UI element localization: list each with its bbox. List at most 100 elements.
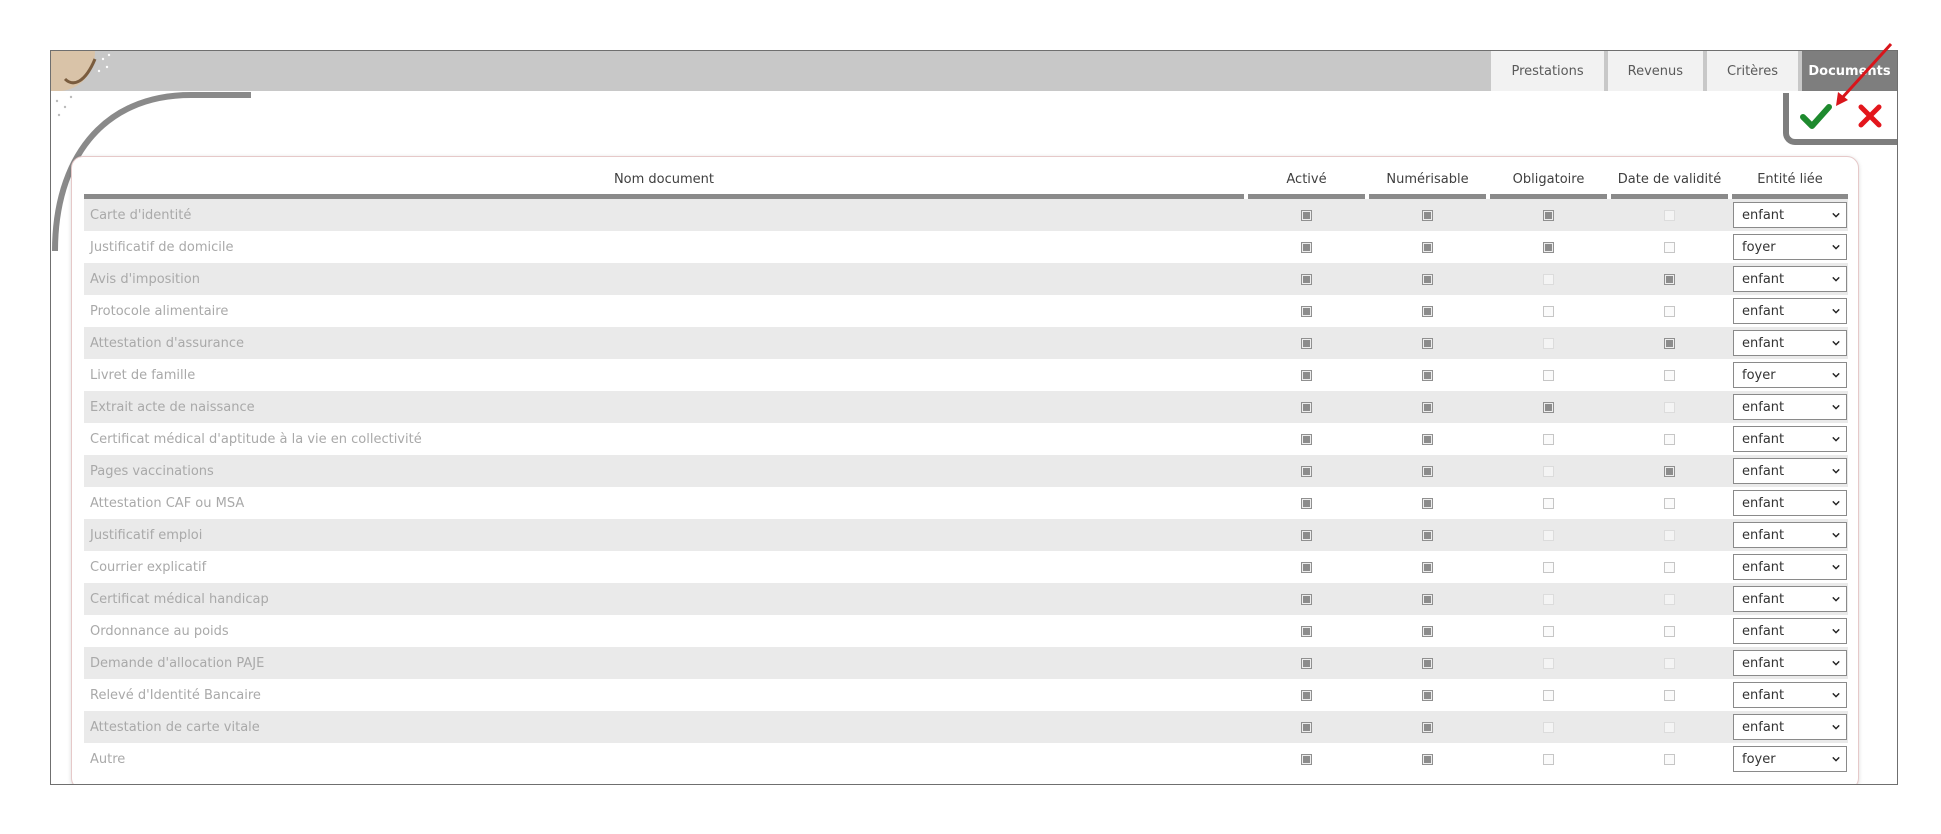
entity-select[interactable]: foyer	[1733, 362, 1847, 388]
scannable-checkbox[interactable]	[1422, 209, 1433, 221]
active-checkbox[interactable]	[1301, 401, 1312, 413]
active-checkbox[interactable]	[1301, 433, 1312, 445]
active-checkbox[interactable]	[1301, 657, 1312, 669]
entity-select[interactable]: enfant	[1733, 650, 1847, 676]
validity-checkbox[interactable]	[1664, 337, 1675, 349]
validity-checkbox[interactable]	[1664, 497, 1675, 509]
validity-checkbox[interactable]	[1664, 689, 1675, 701]
entity-select[interactable]: enfant	[1733, 266, 1847, 292]
entity-select[interactable]: enfant	[1733, 202, 1847, 228]
active-checkbox[interactable]	[1301, 529, 1312, 541]
entity-select[interactable]: enfant	[1733, 586, 1847, 612]
entity-select[interactable]: foyer	[1733, 746, 1847, 772]
scannable-cell	[1369, 615, 1486, 647]
tab-documents[interactable]: Documents	[1802, 51, 1897, 91]
tab-prestations[interactable]: Prestations	[1491, 51, 1604, 91]
scannable-checkbox[interactable]	[1422, 337, 1433, 349]
scannable-checkbox[interactable]	[1422, 593, 1433, 605]
document-name: Courrier explicatif	[90, 559, 207, 575]
active-checkbox[interactable]	[1301, 369, 1312, 381]
active-checkbox[interactable]	[1301, 337, 1312, 349]
entity-select[interactable]: enfant	[1733, 618, 1847, 644]
validity-checkbox[interactable]	[1664, 561, 1675, 573]
scannable-checkbox[interactable]	[1422, 657, 1433, 669]
scannable-checkbox[interactable]	[1422, 305, 1433, 317]
entity-select-value: enfant	[1742, 207, 1785, 223]
entity-select[interactable]: enfant	[1733, 426, 1847, 452]
scannable-checkbox[interactable]	[1422, 497, 1433, 509]
scannable-checkbox[interactable]	[1422, 689, 1433, 701]
scannable-checkbox[interactable]	[1422, 625, 1433, 637]
active-checkbox[interactable]	[1301, 305, 1312, 317]
mandatory-cell	[1490, 263, 1607, 295]
entity-cell: enfant	[1732, 647, 1848, 679]
validity-checkbox[interactable]	[1664, 273, 1675, 285]
scannable-checkbox[interactable]	[1422, 561, 1433, 573]
active-checkbox[interactable]	[1301, 241, 1312, 253]
mandatory-checkbox[interactable]	[1543, 689, 1554, 701]
scannable-checkbox[interactable]	[1422, 721, 1433, 733]
scannable-checkbox[interactable]	[1422, 369, 1433, 381]
validity-checkbox[interactable]	[1664, 241, 1675, 253]
entity-cell: enfant	[1732, 519, 1848, 551]
document-name: Livret de famille	[90, 367, 196, 383]
validity-checkbox[interactable]	[1664, 305, 1675, 317]
tab-revenus[interactable]: Revenus	[1607, 51, 1704, 91]
mandatory-checkbox[interactable]	[1543, 209, 1554, 221]
active-checkbox[interactable]	[1301, 497, 1312, 509]
entity-select[interactable]: enfant	[1733, 522, 1847, 548]
cancel-button[interactable]	[1850, 96, 1890, 136]
active-cell	[1248, 519, 1365, 551]
chevron-down-icon	[1832, 308, 1840, 314]
scannable-checkbox[interactable]	[1422, 433, 1433, 445]
mandatory-checkbox[interactable]	[1543, 753, 1554, 765]
active-checkbox[interactable]	[1301, 209, 1312, 221]
validity-checkbox[interactable]	[1664, 625, 1675, 637]
entity-select-value: foyer	[1742, 751, 1776, 767]
scannable-checkbox[interactable]	[1422, 241, 1433, 253]
validity-checkbox[interactable]	[1664, 465, 1675, 477]
entity-select[interactable]: enfant	[1733, 554, 1847, 580]
entity-select[interactable]: enfant	[1733, 490, 1847, 516]
active-checkbox[interactable]	[1301, 465, 1312, 477]
entity-cell: enfant	[1732, 615, 1848, 647]
mandatory-checkbox[interactable]	[1543, 497, 1554, 509]
mandatory-checkbox[interactable]	[1543, 305, 1554, 317]
mandatory-checkbox[interactable]	[1543, 433, 1554, 445]
active-checkbox[interactable]	[1301, 561, 1312, 573]
confirm-button[interactable]	[1796, 96, 1836, 136]
entity-select[interactable]: enfant	[1733, 714, 1847, 740]
active-checkbox[interactable]	[1301, 593, 1312, 605]
document-name: Attestation d'assurance	[90, 335, 245, 351]
entity-select[interactable]: foyer	[1733, 234, 1847, 260]
entity-select-value: enfant	[1742, 687, 1785, 703]
mandatory-checkbox[interactable]	[1543, 369, 1554, 381]
entity-select-value: enfant	[1742, 335, 1785, 351]
active-checkbox[interactable]	[1301, 689, 1312, 701]
scannable-checkbox[interactable]	[1422, 273, 1433, 285]
entity-select[interactable]: enfant	[1733, 298, 1847, 324]
entity-select[interactable]: enfant	[1733, 330, 1847, 356]
tab-criteres[interactable]: Critères	[1707, 51, 1798, 91]
entity-select[interactable]: enfant	[1733, 682, 1847, 708]
entity-cell: enfant	[1732, 327, 1848, 359]
scannable-checkbox[interactable]	[1422, 529, 1433, 541]
mandatory-checkbox[interactable]	[1543, 401, 1554, 413]
entity-select[interactable]: enfant	[1733, 458, 1847, 484]
column-header-entity: Entité liée	[1732, 165, 1848, 199]
active-checkbox[interactable]	[1301, 273, 1312, 285]
validity-checkbox[interactable]	[1664, 433, 1675, 445]
mandatory-checkbox[interactable]	[1543, 561, 1554, 573]
scannable-checkbox[interactable]	[1422, 465, 1433, 477]
mandatory-checkbox[interactable]	[1543, 625, 1554, 637]
document-name: Certificat médical d'aptitude à la vie e…	[90, 431, 422, 447]
scannable-checkbox[interactable]	[1422, 753, 1433, 765]
active-checkbox[interactable]	[1301, 625, 1312, 637]
scannable-checkbox[interactable]	[1422, 401, 1433, 413]
active-checkbox[interactable]	[1301, 753, 1312, 765]
validity-checkbox[interactable]	[1664, 753, 1675, 765]
mandatory-checkbox[interactable]	[1543, 241, 1554, 253]
validity-checkbox[interactable]	[1664, 369, 1675, 381]
entity-select[interactable]: enfant	[1733, 394, 1847, 420]
active-checkbox[interactable]	[1301, 721, 1312, 733]
